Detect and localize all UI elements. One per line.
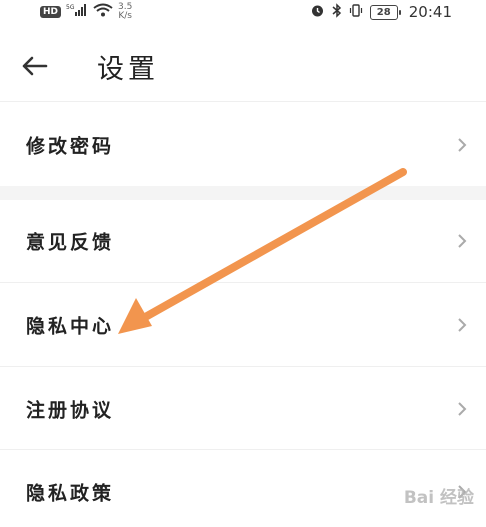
row-divider — [0, 366, 486, 367]
status-left: HD 5G 3.5 K/s — [40, 0, 132, 24]
vibrate-icon — [349, 3, 363, 22]
page-title: 设置 — [97, 54, 159, 85]
signal-icon: 5G — [66, 3, 88, 21]
row-divider — [0, 449, 486, 450]
hd-badge: HD — [40, 6, 62, 18]
menu-item-privacy-center[interactable]: 隐私中心 — [0, 290, 486, 360]
header: 设置 — [0, 38, 486, 94]
network-speed-unit: K/s — [118, 11, 132, 21]
status-right: 28 20:41 — [310, 0, 452, 24]
svg-text:5G: 5G — [66, 4, 75, 11]
clock-time: 20:41 — [408, 3, 452, 21]
section-separator — [0, 186, 486, 200]
menu-item-feedback[interactable]: 意见反馈 — [0, 206, 486, 276]
menu-item-label: 意见反馈 — [26, 231, 115, 254]
menu-item-label: 修改密码 — [26, 135, 115, 158]
header-divider — [0, 101, 486, 102]
wifi-icon — [93, 3, 113, 21]
bluetooth-icon — [332, 2, 342, 22]
menu-item-registration-agreement[interactable]: 注册协议 — [0, 374, 486, 444]
network-speed: 3.5 K/s — [118, 3, 132, 21]
menu-item-label: 隐私政策 — [26, 482, 115, 505]
chevron-right-icon — [458, 138, 467, 152]
menu-item-label: 注册协议 — [26, 399, 115, 422]
back-button[interactable] — [20, 52, 50, 80]
menu-item-label: 隐私中心 — [26, 315, 115, 338]
chevron-right-icon — [458, 402, 467, 416]
menu-item-change-password[interactable]: 修改密码 — [0, 110, 486, 180]
row-divider — [0, 282, 486, 283]
status-bar: HD 5G 3.5 K/s 28 20:41 — [0, 0, 486, 24]
chevron-right-icon — [458, 318, 467, 332]
back-arrow-icon — [22, 56, 48, 76]
battery-icon: 28 — [369, 4, 401, 20]
watermark-logo: Bai 经验 — [403, 488, 474, 508]
chevron-right-icon — [458, 234, 467, 248]
alarm-icon — [310, 3, 325, 22]
